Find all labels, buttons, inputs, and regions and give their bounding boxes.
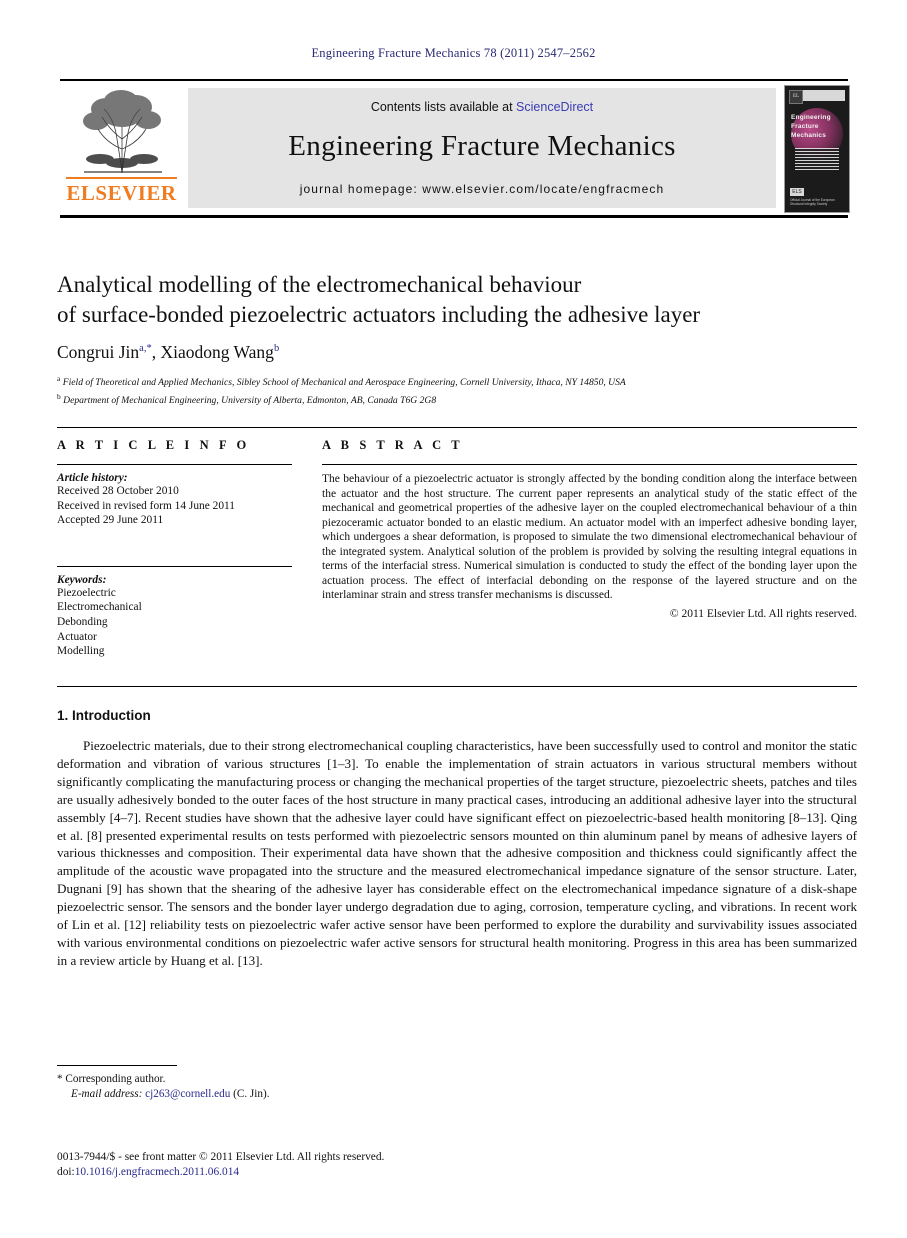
cover-journal-title-line1: Engineering [791,114,831,121]
keyword-item: Modelling [57,645,105,658]
abstract-copyright: © 2011 Elsevier Ltd. All rights reserved… [669,607,857,620]
author-name: Xiaodong Wang [160,342,274,362]
journal-header-band: Contents lists available at ScienceDirec… [188,88,776,208]
keyword-item: Actuator [57,630,97,643]
introduction-section: 1. Introduction Piezoelectric materials,… [57,708,857,970]
sciencedirect-link[interactable]: ScienceDirect [516,100,593,114]
keyword-item: Piezoelectric [57,586,116,599]
page-title: Analytical modelling of the electromecha… [57,270,857,330]
email-link[interactable]: cj263@cornell.edu [145,1088,230,1100]
abstract-column: A B S T R A C T The behaviour of a piezo… [322,438,857,620]
title-block: Analytical modelling of the electromecha… [57,270,857,407]
affiliation-text: Department of Mechanical Engineering, Un… [63,394,437,406]
introduction-paragraph: Piezoelectric materials, due to their st… [57,738,857,968]
masthead-top-rule [60,79,848,81]
article-history-accepted: Accepted 29 June 2011 [57,514,164,527]
email-label: E-mail address: [71,1087,143,1100]
affiliation-mark: b [57,391,61,401]
article-history-label: Article history: [57,472,128,484]
cover-society-logo: ELS [790,188,804,196]
abstract-heading: A B S T R A C T [322,438,464,452]
cover-society-text: Official Journal of the European Structu… [790,198,835,206]
journal-cover-thumbnail: EL Engineering Fracture Mechanics ELS Of… [784,85,850,213]
abstract-rule [322,464,857,465]
cover-journal-title-line2: Fracture Mechanics [791,123,827,139]
section-heading-introduction: 1. Introduction [57,708,151,723]
affiliation-list: a Field of Theoretical and Applied Mecha… [57,372,857,407]
author-name: Congrui Jin [57,342,140,362]
elsevier-tree-icon [70,87,174,179]
email-owner: (C. Jin). [233,1087,270,1100]
article-info-rule [57,464,292,465]
affiliation-item: b Department of Mechanical Engineering, … [57,390,857,408]
imprint-block: 0013-7944/$ - see front matter © 2011 El… [57,1150,557,1180]
author-list: Congrui Jina,*, Xiaodong Wangb [57,342,857,363]
affiliation-item: a Field of Theoretical and Applied Mecha… [57,372,857,390]
elsevier-wordmark: ELSEVIER [64,177,179,206]
journal-masthead: ELSEVIER Contents lists available at Sci… [60,79,850,218]
cover-footer: ELS Official Journal of the European Str… [790,188,844,206]
article-info-spacer [57,528,292,555]
journal-homepage-link[interactable]: journal homepage: www.elsevier.com/locat… [188,182,776,196]
doi-link[interactable]: 10.1016/j.engfracmech.2011.06.014 [75,1166,239,1178]
email-note: E-mail address: cj263@cornell.edu (C. Ji… [57,1087,457,1102]
keywords-label: Keywords: [57,573,107,586]
corresponding-author-note: * Corresponding author. [57,1073,166,1085]
contents-lists-line: Contents lists available at ScienceDirec… [188,100,776,114]
affiliation-text: Field of Theoretical and Applied Mechani… [62,377,626,389]
issn-copyright-line: 0013-7944/$ - see front matter © 2011 El… [57,1151,385,1163]
keywords-rule [57,565,292,567]
keyword-item: Electromechanical [57,601,142,614]
article-history-received: Received 28 October 2010 [57,485,179,497]
abstract-text: The behaviour of a piezoelectric actuato… [322,473,857,601]
doi-line: doi:10.1016/j.engfracmech.2011.06.014 [57,1165,557,1180]
paper-title-line2: of surface-bonded piezoelectric actuator… [57,302,701,327]
author-affil-mark: b [273,343,280,355]
cover-publisher-badge: EL [789,90,803,104]
info-abstract-top-rule [57,427,857,428]
masthead-bottom-rule [60,215,848,218]
affiliation-mark: a [57,374,61,383]
article-info-heading: A R T I C L E I N F O [57,438,250,452]
footnote-rule [57,1065,177,1066]
doi-label: doi: [57,1166,75,1178]
author-affil-mark: a,* [139,343,152,355]
cover-journal-title: Engineering Fracture Mechanics [791,113,847,140]
elsevier-logo: ELSEVIER [64,87,179,209]
contents-lists-prefix: Contents lists available at [370,100,517,114]
paper-title-line1: Analytical modelling of the electromecha… [57,272,582,297]
cover-artwork-stripes [795,148,839,170]
footnote-block: * Corresponding author. E-mail address: … [57,1065,457,1101]
article-history-revised: Received in revised form 14 June 2011 [57,499,235,512]
journal-article-page: Engineering Fracture Mechanics 78 (2011)… [0,0,907,1238]
running-head: Engineering Fracture Mechanics 78 (2011)… [311,46,596,60]
info-abstract-bottom-rule [57,686,857,687]
journal-title: Engineering Fracture Mechanics [288,130,676,162]
article-info-column: A R T I C L E I N F O Article history: R… [57,438,292,659]
keyword-item: Debonding [57,615,108,628]
